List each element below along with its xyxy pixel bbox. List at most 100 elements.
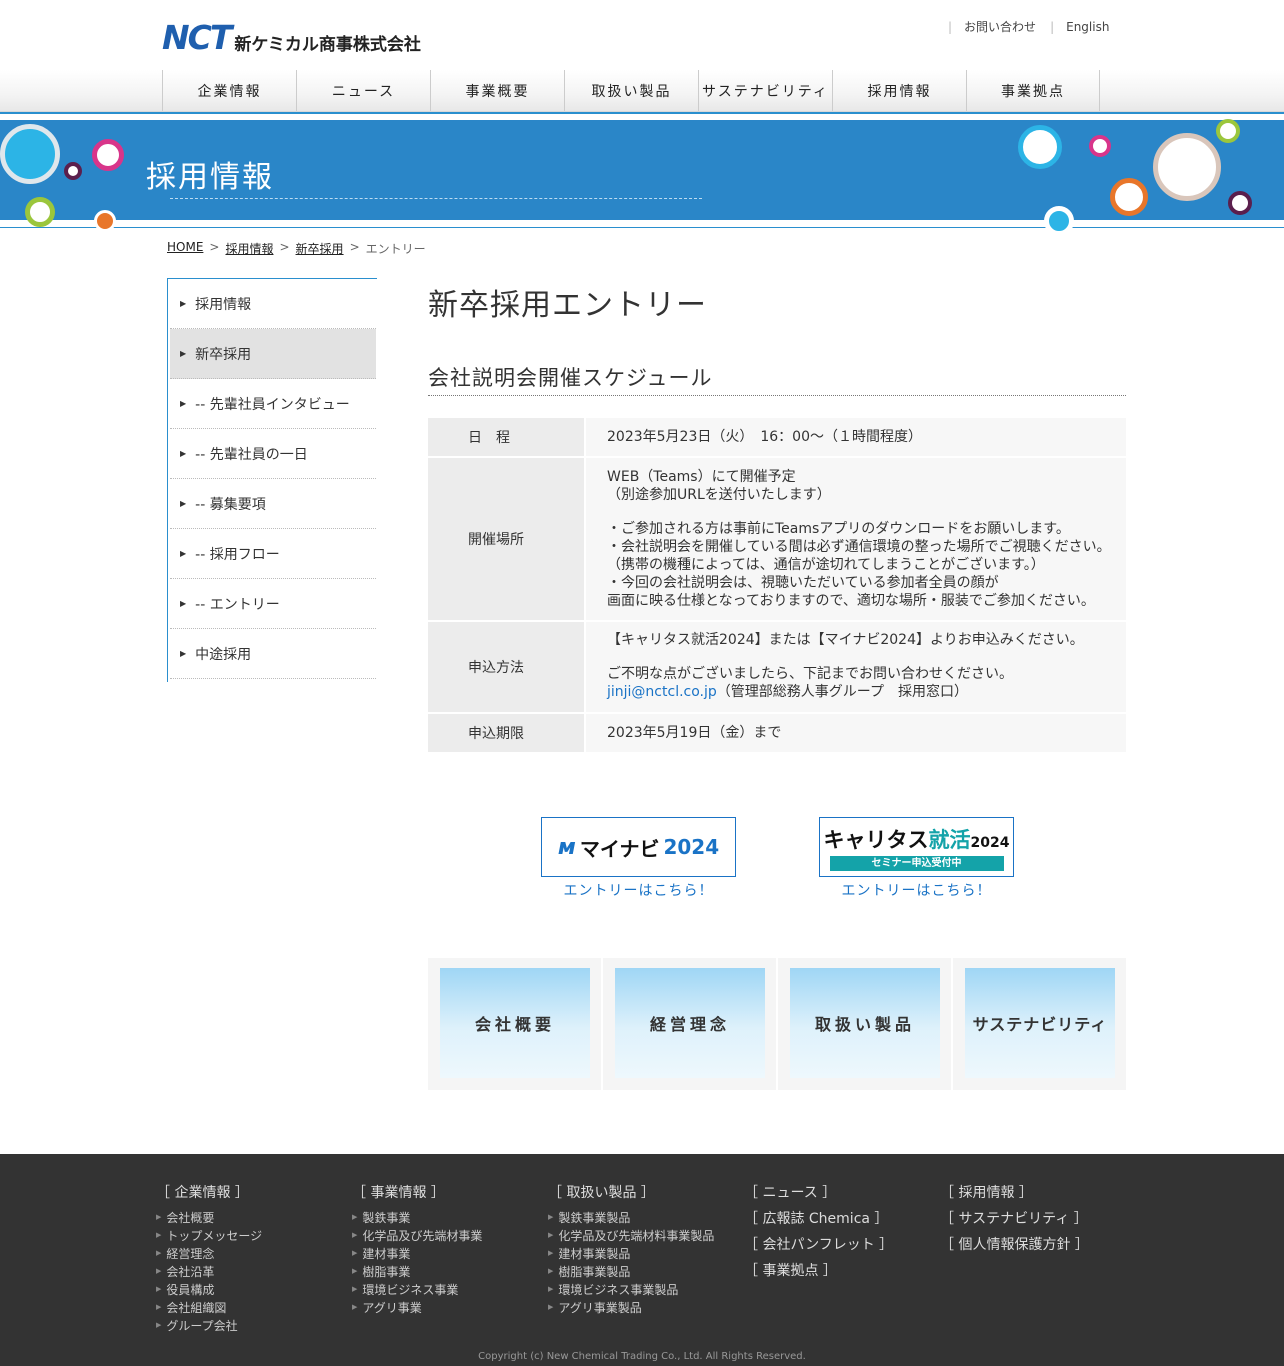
sidebar-item-day[interactable]: ▶ -- 先輩社員の一日 bbox=[170, 429, 376, 479]
footer-head[interactable]: ［ 取扱い製品 ］ bbox=[548, 1182, 714, 1201]
company-logo[interactable]: NCT 新ケミカル商事株式会社 bbox=[162, 18, 474, 57]
arrow-right-icon: ▶ bbox=[352, 1213, 358, 1221]
decor-circle bbox=[1044, 206, 1074, 236]
breadcrumb: HOME > 採用情報 > 新卒採用 > エントリー bbox=[167, 240, 426, 257]
arrow-right-icon: ▶ bbox=[352, 1267, 358, 1275]
table-row: 申込方法 【キャリタス就活2024】または【マイナビ2024】よりお申込みくださ… bbox=[428, 622, 1126, 714]
footer-col-products: ［ 取扱い製品 ］ ▶ 製鉄事業製品 ▶ 化学品及び先端材料事業製品 ▶ 建材事業製品… bbox=[548, 1182, 714, 1316]
apply-value: 【キャリタス就活2024】または【マイナビ2024】よりお申込みください。 ご不… bbox=[586, 622, 1126, 714]
arrow-right-icon: ▶ bbox=[548, 1249, 554, 1257]
decor-circle bbox=[94, 210, 116, 232]
arrow-right-icon: ▶ bbox=[156, 1321, 162, 1329]
arrow-right-icon: ▶ bbox=[548, 1303, 554, 1311]
date-label: 日 程 bbox=[428, 418, 586, 458]
arrow-right-icon: ▶ bbox=[352, 1231, 358, 1239]
contact-link[interactable]: お問い合わせ bbox=[964, 18, 1036, 35]
footer-link-news[interactable]: ［ ニュース ］ bbox=[744, 1182, 893, 1208]
careertasu-banner[interactable]: キャリタス就活2024 セミナー申込受付中 bbox=[819, 817, 1014, 877]
sidebar-item-newgrad[interactable]: ▶ 新卒採用 bbox=[170, 329, 376, 379]
arrow-right-icon: ▶ bbox=[548, 1267, 554, 1275]
arrow-right-icon: ▶ bbox=[156, 1249, 162, 1257]
arrow-right-icon: ▶ bbox=[180, 549, 187, 558]
email-link[interactable]: jinji@nctcl.co.jp bbox=[607, 684, 717, 700]
decor-circle bbox=[1110, 178, 1148, 216]
arrow-right-icon: ▶ bbox=[180, 349, 187, 358]
arrow-right-icon: ▶ bbox=[548, 1213, 554, 1221]
decor-circle bbox=[0, 124, 60, 184]
footer-link-privacy[interactable]: ［ 個人情報保護方針 ］ bbox=[940, 1234, 1089, 1260]
deadline-label: 申込期限 bbox=[428, 714, 586, 754]
apply-label: 申込方法 bbox=[428, 622, 586, 714]
arrow-right-icon: ▶ bbox=[180, 399, 187, 408]
tile-company-profile[interactable]: 会社概要 bbox=[428, 958, 601, 1090]
footer-head[interactable]: ［ 企業情報 ］ bbox=[156, 1182, 262, 1201]
copyright: Copyright (c) New Chemical Trading Co., … bbox=[478, 1351, 806, 1362]
nav-item-locations[interactable]: 事業拠点 bbox=[966, 70, 1100, 111]
date-value: 2023年5月23日（火） 16：00～（１時間程度） bbox=[586, 418, 1126, 458]
footer-link-chemica[interactable]: ［ 広報誌 Chemica ］ bbox=[744, 1208, 893, 1234]
breadcrumb-home[interactable]: HOME bbox=[167, 240, 203, 257]
arrow-right-icon: ▶ bbox=[180, 449, 187, 458]
decor-circle bbox=[1216, 119, 1240, 143]
place-label: 開催場所 bbox=[428, 458, 586, 622]
tile-products[interactable]: 取扱い製品 bbox=[778, 958, 951, 1090]
arrow-right-icon: ▶ bbox=[156, 1231, 162, 1239]
arrow-right-icon: ▶ bbox=[180, 649, 187, 658]
banner-bottom-line bbox=[0, 220, 1284, 228]
nav-item-business[interactable]: 事業概要 bbox=[430, 70, 564, 111]
breadcrumb-recruit[interactable]: 採用情報 bbox=[225, 240, 273, 257]
logo-name: 新ケミカル商事株式会社 bbox=[234, 34, 421, 55]
decor-circle bbox=[1153, 133, 1221, 201]
global-nav: 企業情報 ニュース 事業概要 取扱い製品 サステナビリティ 採用情報 事業拠点 bbox=[0, 70, 1284, 112]
nav-item-products[interactable]: 取扱い製品 bbox=[564, 70, 698, 111]
place-value: WEB（Teams）にて開催予定 （別途参加URLを送付いたします） ・ご参加さ… bbox=[586, 458, 1126, 622]
sidebar-item-entry[interactable]: ▶ -- エントリー bbox=[170, 579, 376, 629]
nav-item-company[interactable]: 企業情報 bbox=[162, 70, 296, 111]
arrow-right-icon: ▶ bbox=[156, 1303, 162, 1311]
decor-circle bbox=[25, 197, 55, 227]
footer-col-misc: ［ ニュース ］ ［ 広報誌 Chemica ］ ［ 会社パンフレット ］ ［ … bbox=[744, 1182, 893, 1286]
table-row: 申込期限 2023年5月19日（金）まで bbox=[428, 714, 1126, 754]
arrow-right-icon: ▶ bbox=[548, 1285, 554, 1293]
sidebar-item-recruit[interactable]: ▶ 採用情報 bbox=[170, 279, 376, 329]
banner-top-line bbox=[0, 112, 1284, 118]
breadcrumb-newgrad[interactable]: 新卒採用 bbox=[296, 240, 344, 257]
nav-item-sustainability[interactable]: サステナビリティ bbox=[698, 70, 832, 111]
table-row: 日 程 2023年5月23日（火） 16：00～（１時間程度） bbox=[428, 418, 1126, 458]
deadline-value: 2023年5月19日（金）まで bbox=[586, 714, 1126, 754]
arrow-right-icon: ▶ bbox=[180, 299, 187, 308]
footer-link-recruit[interactable]: ［ 採用情報 ］ bbox=[940, 1182, 1089, 1208]
sidebar-item-requirements[interactable]: ▶ -- 募集要項 bbox=[170, 479, 376, 529]
page-title: 新卒採用エントリー bbox=[428, 288, 707, 323]
arrow-right-icon: ▶ bbox=[548, 1231, 554, 1239]
banner-title: 採用情報 bbox=[146, 160, 274, 195]
nav-item-news[interactable]: ニュース bbox=[296, 70, 430, 111]
careertasu-entry-link[interactable]: エントリーはこちら！ bbox=[819, 880, 1014, 900]
sidebar-item-flow[interactable]: ▶ -- 採用フロー bbox=[170, 529, 376, 579]
tile-sustainability[interactable]: サステナビリティ bbox=[953, 958, 1126, 1090]
footer: ［ 企業情報 ］ ▶ 会社概要 ▶ トップメッセージ ▶ 経営理念 ▶ 会社沿革 ▶ 役員… bbox=[0, 1154, 1284, 1366]
mynavi-entry-link[interactable]: エントリーはこちら！ bbox=[541, 880, 736, 900]
schedule-table: 日 程 2023年5月23日（火） 16：00～（１時間程度） 開催場所 WEB… bbox=[428, 418, 1126, 754]
quick-links: 会社概要 経営理念 取扱い製品 サステナビリティ bbox=[428, 958, 1126, 1090]
tile-philosophy[interactable]: 経営理念 bbox=[603, 958, 776, 1090]
footer-head[interactable]: ［ 事業情報 ］ bbox=[352, 1182, 482, 1201]
sidebar-item-interview[interactable]: ▶ -- 先輩社員インタビュー bbox=[170, 379, 376, 429]
arrow-right-icon: ▶ bbox=[180, 499, 187, 508]
arrow-right-icon: ▶ bbox=[156, 1213, 162, 1221]
nav-item-recruit[interactable]: 採用情報 bbox=[832, 70, 966, 111]
footer-col-other: ［ 採用情報 ］ ［ サステナビリティ ］ ［ 個人情報保護方針 ］ bbox=[940, 1182, 1089, 1260]
section-title: 会社説明会開催スケジュール bbox=[428, 362, 1126, 396]
footer-link-locations[interactable]: ［ 事業拠点 ］ bbox=[744, 1260, 893, 1286]
footer-link-pamphlet[interactable]: ［ 会社パンフレット ］ bbox=[744, 1234, 893, 1260]
english-link[interactable]: English bbox=[1066, 20, 1109, 34]
sidebar-item-midcareer[interactable]: ▶ 中途採用 bbox=[170, 629, 376, 679]
top-links: | お問い合わせ | English bbox=[948, 18, 1110, 35]
sidebar-menu: ▶ 採用情報 ▶ 新卒採用 ▶ -- 先輩社員インタビュー ▶ -- 先輩社員の一日 ▶… bbox=[167, 278, 377, 682]
logo-mark: NCT bbox=[162, 18, 232, 57]
mynavi-banner[interactable]: м マイナビ 2024 bbox=[541, 817, 736, 877]
decor-circle bbox=[1018, 125, 1062, 169]
footer-link-sustainability[interactable]: ［ サステナビリティ ］ bbox=[940, 1208, 1089, 1234]
decor-circle bbox=[64, 162, 82, 180]
decor-circle bbox=[92, 139, 124, 171]
